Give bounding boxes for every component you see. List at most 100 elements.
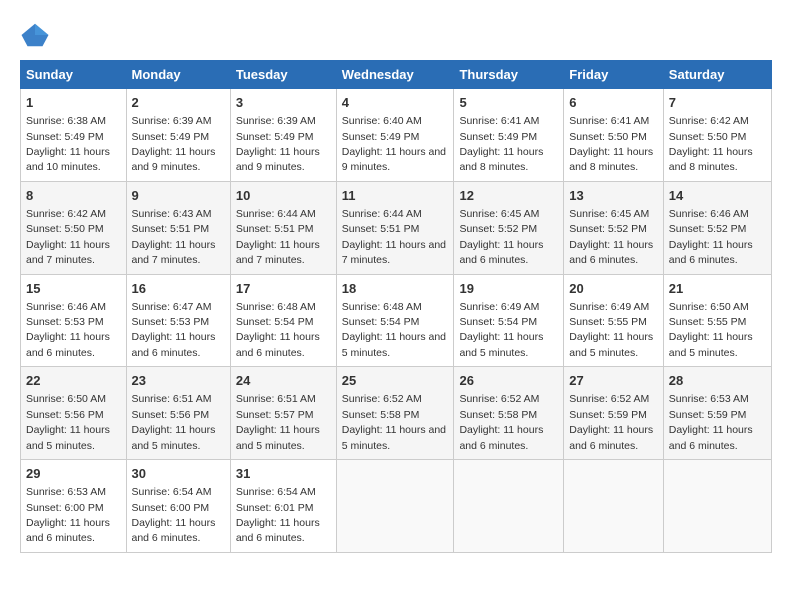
calendar-cell: 27 Sunrise: 6:52 AMSunset: 5:59 PMDaylig… xyxy=(564,367,664,460)
day-info: Sunrise: 6:52 AMSunset: 5:58 PMDaylight:… xyxy=(342,393,446,451)
day-info: Sunrise: 6:44 AMSunset: 5:51 PMDaylight:… xyxy=(342,208,446,266)
day-info: Sunrise: 6:40 AMSunset: 5:49 PMDaylight:… xyxy=(342,115,446,173)
day-info: Sunrise: 6:48 AMSunset: 5:54 PMDaylight:… xyxy=(342,301,446,359)
day-number: 30 xyxy=(132,465,225,483)
day-number: 14 xyxy=(669,187,766,205)
calendar-cell: 13 Sunrise: 6:45 AMSunset: 5:52 PMDaylig… xyxy=(564,181,664,274)
header-saturday: Saturday xyxy=(663,61,771,89)
day-number: 21 xyxy=(669,280,766,298)
day-info: Sunrise: 6:41 AMSunset: 5:50 PMDaylight:… xyxy=(569,115,653,173)
day-number: 1 xyxy=(26,94,121,112)
day-info: Sunrise: 6:52 AMSunset: 5:59 PMDaylight:… xyxy=(569,393,653,451)
calendar-cell: 30 Sunrise: 6:54 AMSunset: 6:00 PMDaylig… xyxy=(126,460,230,553)
calendar-cell: 1 Sunrise: 6:38 AMSunset: 5:49 PMDayligh… xyxy=(21,89,127,182)
day-number: 26 xyxy=(459,372,558,390)
calendar-cell: 28 Sunrise: 6:53 AMSunset: 5:59 PMDaylig… xyxy=(663,367,771,460)
day-info: Sunrise: 6:49 AMSunset: 5:55 PMDaylight:… xyxy=(569,301,653,359)
week-row-2: 8 Sunrise: 6:42 AMSunset: 5:50 PMDayligh… xyxy=(21,181,772,274)
day-info: Sunrise: 6:42 AMSunset: 5:50 PMDaylight:… xyxy=(669,115,753,173)
week-row-4: 22 Sunrise: 6:50 AMSunset: 5:56 PMDaylig… xyxy=(21,367,772,460)
calendar-cell: 12 Sunrise: 6:45 AMSunset: 5:52 PMDaylig… xyxy=(454,181,564,274)
day-number: 13 xyxy=(569,187,658,205)
day-number: 10 xyxy=(236,187,331,205)
day-number: 28 xyxy=(669,372,766,390)
header-friday: Friday xyxy=(564,61,664,89)
calendar-cell xyxy=(454,460,564,553)
day-info: Sunrise: 6:54 AMSunset: 6:01 PMDaylight:… xyxy=(236,486,320,544)
calendar-cell: 3 Sunrise: 6:39 AMSunset: 5:49 PMDayligh… xyxy=(230,89,336,182)
day-number: 24 xyxy=(236,372,331,390)
calendar-cell: 24 Sunrise: 6:51 AMSunset: 5:57 PMDaylig… xyxy=(230,367,336,460)
day-number: 29 xyxy=(26,465,121,483)
calendar-cell: 8 Sunrise: 6:42 AMSunset: 5:50 PMDayligh… xyxy=(21,181,127,274)
day-info: Sunrise: 6:53 AMSunset: 5:59 PMDaylight:… xyxy=(669,393,753,451)
header-monday: Monday xyxy=(126,61,230,89)
calendar-cell: 4 Sunrise: 6:40 AMSunset: 5:49 PMDayligh… xyxy=(336,89,454,182)
calendar-cell: 17 Sunrise: 6:48 AMSunset: 5:54 PMDaylig… xyxy=(230,274,336,367)
calendar-cell: 16 Sunrise: 6:47 AMSunset: 5:53 PMDaylig… xyxy=(126,274,230,367)
calendar-cell: 19 Sunrise: 6:49 AMSunset: 5:54 PMDaylig… xyxy=(454,274,564,367)
day-info: Sunrise: 6:50 AMSunset: 5:56 PMDaylight:… xyxy=(26,393,110,451)
day-number: 27 xyxy=(569,372,658,390)
day-number: 17 xyxy=(236,280,331,298)
day-number: 9 xyxy=(132,187,225,205)
header-thursday: Thursday xyxy=(454,61,564,89)
day-number: 8 xyxy=(26,187,121,205)
logo xyxy=(20,20,52,50)
day-number: 20 xyxy=(569,280,658,298)
day-number: 23 xyxy=(132,372,225,390)
header-row: SundayMondayTuesdayWednesdayThursdayFrid… xyxy=(21,61,772,89)
day-info: Sunrise: 6:45 AMSunset: 5:52 PMDaylight:… xyxy=(459,208,543,266)
day-number: 4 xyxy=(342,94,449,112)
calendar-cell: 11 Sunrise: 6:44 AMSunset: 5:51 PMDaylig… xyxy=(336,181,454,274)
header-wednesday: Wednesday xyxy=(336,61,454,89)
day-number: 25 xyxy=(342,372,449,390)
week-row-5: 29 Sunrise: 6:53 AMSunset: 6:00 PMDaylig… xyxy=(21,460,772,553)
calendar-cell xyxy=(663,460,771,553)
day-info: Sunrise: 6:52 AMSunset: 5:58 PMDaylight:… xyxy=(459,393,543,451)
day-info: Sunrise: 6:51 AMSunset: 5:56 PMDaylight:… xyxy=(132,393,216,451)
week-row-3: 15 Sunrise: 6:46 AMSunset: 5:53 PMDaylig… xyxy=(21,274,772,367)
day-info: Sunrise: 6:44 AMSunset: 5:51 PMDaylight:… xyxy=(236,208,320,266)
calendar-cell: 18 Sunrise: 6:48 AMSunset: 5:54 PMDaylig… xyxy=(336,274,454,367)
page-header xyxy=(20,20,772,50)
calendar-cell: 5 Sunrise: 6:41 AMSunset: 5:49 PMDayligh… xyxy=(454,89,564,182)
calendar-cell: 21 Sunrise: 6:50 AMSunset: 5:55 PMDaylig… xyxy=(663,274,771,367)
calendar-cell: 23 Sunrise: 6:51 AMSunset: 5:56 PMDaylig… xyxy=(126,367,230,460)
day-number: 15 xyxy=(26,280,121,298)
day-info: Sunrise: 6:54 AMSunset: 6:00 PMDaylight:… xyxy=(132,486,216,544)
day-info: Sunrise: 6:39 AMSunset: 5:49 PMDaylight:… xyxy=(132,115,216,173)
day-number: 2 xyxy=(132,94,225,112)
day-info: Sunrise: 6:50 AMSunset: 5:55 PMDaylight:… xyxy=(669,301,753,359)
day-info: Sunrise: 6:41 AMSunset: 5:49 PMDaylight:… xyxy=(459,115,543,173)
header-sunday: Sunday xyxy=(21,61,127,89)
day-number: 11 xyxy=(342,187,449,205)
day-info: Sunrise: 6:51 AMSunset: 5:57 PMDaylight:… xyxy=(236,393,320,451)
day-number: 18 xyxy=(342,280,449,298)
day-info: Sunrise: 6:49 AMSunset: 5:54 PMDaylight:… xyxy=(459,301,543,359)
calendar-cell: 10 Sunrise: 6:44 AMSunset: 5:51 PMDaylig… xyxy=(230,181,336,274)
header-tuesday: Tuesday xyxy=(230,61,336,89)
calendar-cell: 6 Sunrise: 6:41 AMSunset: 5:50 PMDayligh… xyxy=(564,89,664,182)
day-info: Sunrise: 6:48 AMSunset: 5:54 PMDaylight:… xyxy=(236,301,320,359)
logo-icon xyxy=(20,20,50,50)
day-number: 12 xyxy=(459,187,558,205)
calendar-cell xyxy=(336,460,454,553)
day-info: Sunrise: 6:45 AMSunset: 5:52 PMDaylight:… xyxy=(569,208,653,266)
day-info: Sunrise: 6:43 AMSunset: 5:51 PMDaylight:… xyxy=(132,208,216,266)
calendar-cell: 25 Sunrise: 6:52 AMSunset: 5:58 PMDaylig… xyxy=(336,367,454,460)
day-number: 19 xyxy=(459,280,558,298)
day-number: 31 xyxy=(236,465,331,483)
calendar-cell: 31 Sunrise: 6:54 AMSunset: 6:01 PMDaylig… xyxy=(230,460,336,553)
calendar-cell: 9 Sunrise: 6:43 AMSunset: 5:51 PMDayligh… xyxy=(126,181,230,274)
day-info: Sunrise: 6:53 AMSunset: 6:00 PMDaylight:… xyxy=(26,486,110,544)
day-number: 3 xyxy=(236,94,331,112)
calendar-cell: 14 Sunrise: 6:46 AMSunset: 5:52 PMDaylig… xyxy=(663,181,771,274)
calendar-table: SundayMondayTuesdayWednesdayThursdayFrid… xyxy=(20,60,772,553)
day-number: 22 xyxy=(26,372,121,390)
day-info: Sunrise: 6:39 AMSunset: 5:49 PMDaylight:… xyxy=(236,115,320,173)
calendar-cell xyxy=(564,460,664,553)
day-info: Sunrise: 6:46 AMSunset: 5:52 PMDaylight:… xyxy=(669,208,753,266)
week-row-1: 1 Sunrise: 6:38 AMSunset: 5:49 PMDayligh… xyxy=(21,89,772,182)
day-info: Sunrise: 6:38 AMSunset: 5:49 PMDaylight:… xyxy=(26,115,110,173)
